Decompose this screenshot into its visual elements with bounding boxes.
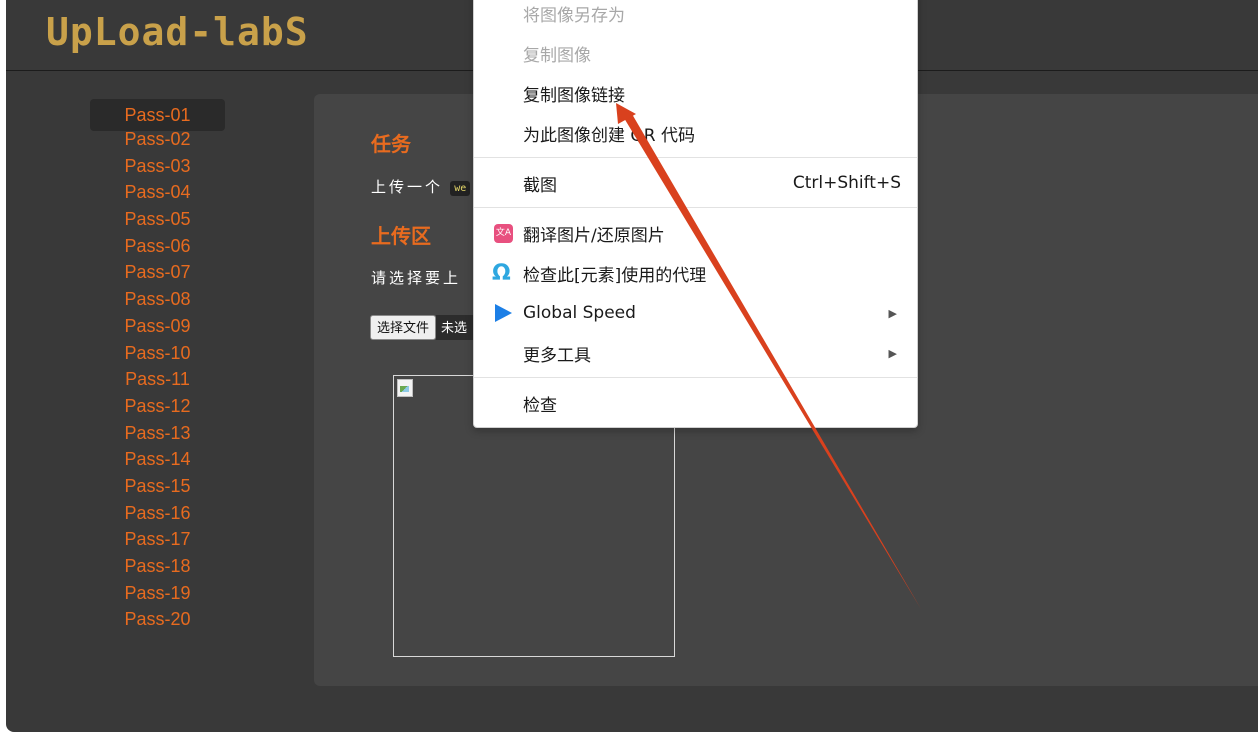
sidebar-item-pass-10[interactable]: Pass-10 [90, 340, 225, 367]
task-description: 上传一个 we [371, 176, 471, 197]
menu-screenshot[interactable]: 截图 Ctrl+Shift+S [474, 163, 917, 203]
menu-save-image-as[interactable]: 将图像另存为 [474, 0, 917, 33]
sidebar-item-pass-12[interactable]: Pass-12 [90, 393, 225, 420]
menu-divider [474, 207, 917, 208]
sidebar-item-pass-06[interactable]: Pass-06 [90, 233, 225, 260]
menu-create-qr-code[interactable]: 为此图像创建 QR 代码 [474, 113, 917, 153]
sidebar-item-pass-16[interactable]: Pass-16 [90, 500, 225, 527]
play-icon [495, 304, 512, 322]
sidebar-item-pass-13[interactable]: Pass-13 [90, 420, 225, 447]
sidebar-item-pass-09[interactable]: Pass-09 [90, 313, 225, 340]
site-logo[interactable]: UpLoad-labS [46, 10, 309, 54]
menu-global-speed[interactable]: Global Speed ▶ [474, 293, 917, 333]
task-text: 上传一个 [371, 179, 444, 196]
sidebar: Pass-01 Pass-02 Pass-03 Pass-04 Pass-05 … [90, 99, 225, 633]
sidebar-item-pass-07[interactable]: Pass-07 [90, 259, 225, 286]
omega-proxy-icon: Ω [492, 260, 511, 286]
translate-icon: 文A [494, 223, 513, 243]
sidebar-item-pass-11[interactable]: Pass-11 [90, 366, 225, 393]
broken-image-icon [397, 379, 413, 397]
task-title: 任务 [371, 134, 411, 156]
menu-more-tools[interactable]: 更多工具 ▶ [474, 333, 917, 373]
chevron-right-icon: ▶ [888, 346, 897, 360]
sidebar-item-pass-14[interactable]: Pass-14 [90, 446, 225, 473]
sidebar-item-pass-08[interactable]: Pass-08 [90, 286, 225, 313]
menu-translate-image[interactable]: 文A 翻译图片/还原图片 [474, 213, 917, 253]
choose-file-button[interactable]: 选择文件 [370, 315, 437, 340]
chevron-right-icon: ▶ [888, 306, 897, 320]
file-input[interactable]: 选择文件 未选 [370, 315, 482, 340]
menu-inspect-proxy[interactable]: Ω 检查此[元素]使用的代理 [474, 253, 917, 293]
menu-divider [474, 157, 917, 158]
upload-prompt: 请选择要上 [371, 270, 462, 287]
sidebar-item-pass-17[interactable]: Pass-17 [90, 526, 225, 553]
sidebar-item-pass-20[interactable]: Pass-20 [90, 606, 225, 633]
task-code-snippet: we [450, 180, 471, 196]
sidebar-item-pass-19[interactable]: Pass-19 [90, 580, 225, 607]
menu-inspect[interactable]: 检查 [474, 383, 917, 423]
menu-copy-image-link[interactable]: 复制图像链接 [474, 73, 917, 113]
screenshot-shortcut: Ctrl+Shift+S [792, 173, 901, 193]
menu-divider [474, 377, 917, 378]
sidebar-item-pass-05[interactable]: Pass-05 [90, 206, 225, 233]
upload-title: 上传区 [371, 226, 431, 248]
sidebar-item-pass-04[interactable]: Pass-04 [90, 179, 225, 206]
sidebar-item-pass-02[interactable]: Pass-02 [90, 126, 225, 153]
menu-copy-image[interactable]: 复制图像 [474, 33, 917, 73]
context-menu: 将图像另存为 复制图像 复制图像链接 为此图像创建 QR 代码 截图 Ctrl+… [473, 0, 918, 428]
sidebar-item-pass-03[interactable]: Pass-03 [90, 153, 225, 180]
sidebar-item-pass-15[interactable]: Pass-15 [90, 473, 225, 500]
sidebar-item-pass-18[interactable]: Pass-18 [90, 553, 225, 580]
